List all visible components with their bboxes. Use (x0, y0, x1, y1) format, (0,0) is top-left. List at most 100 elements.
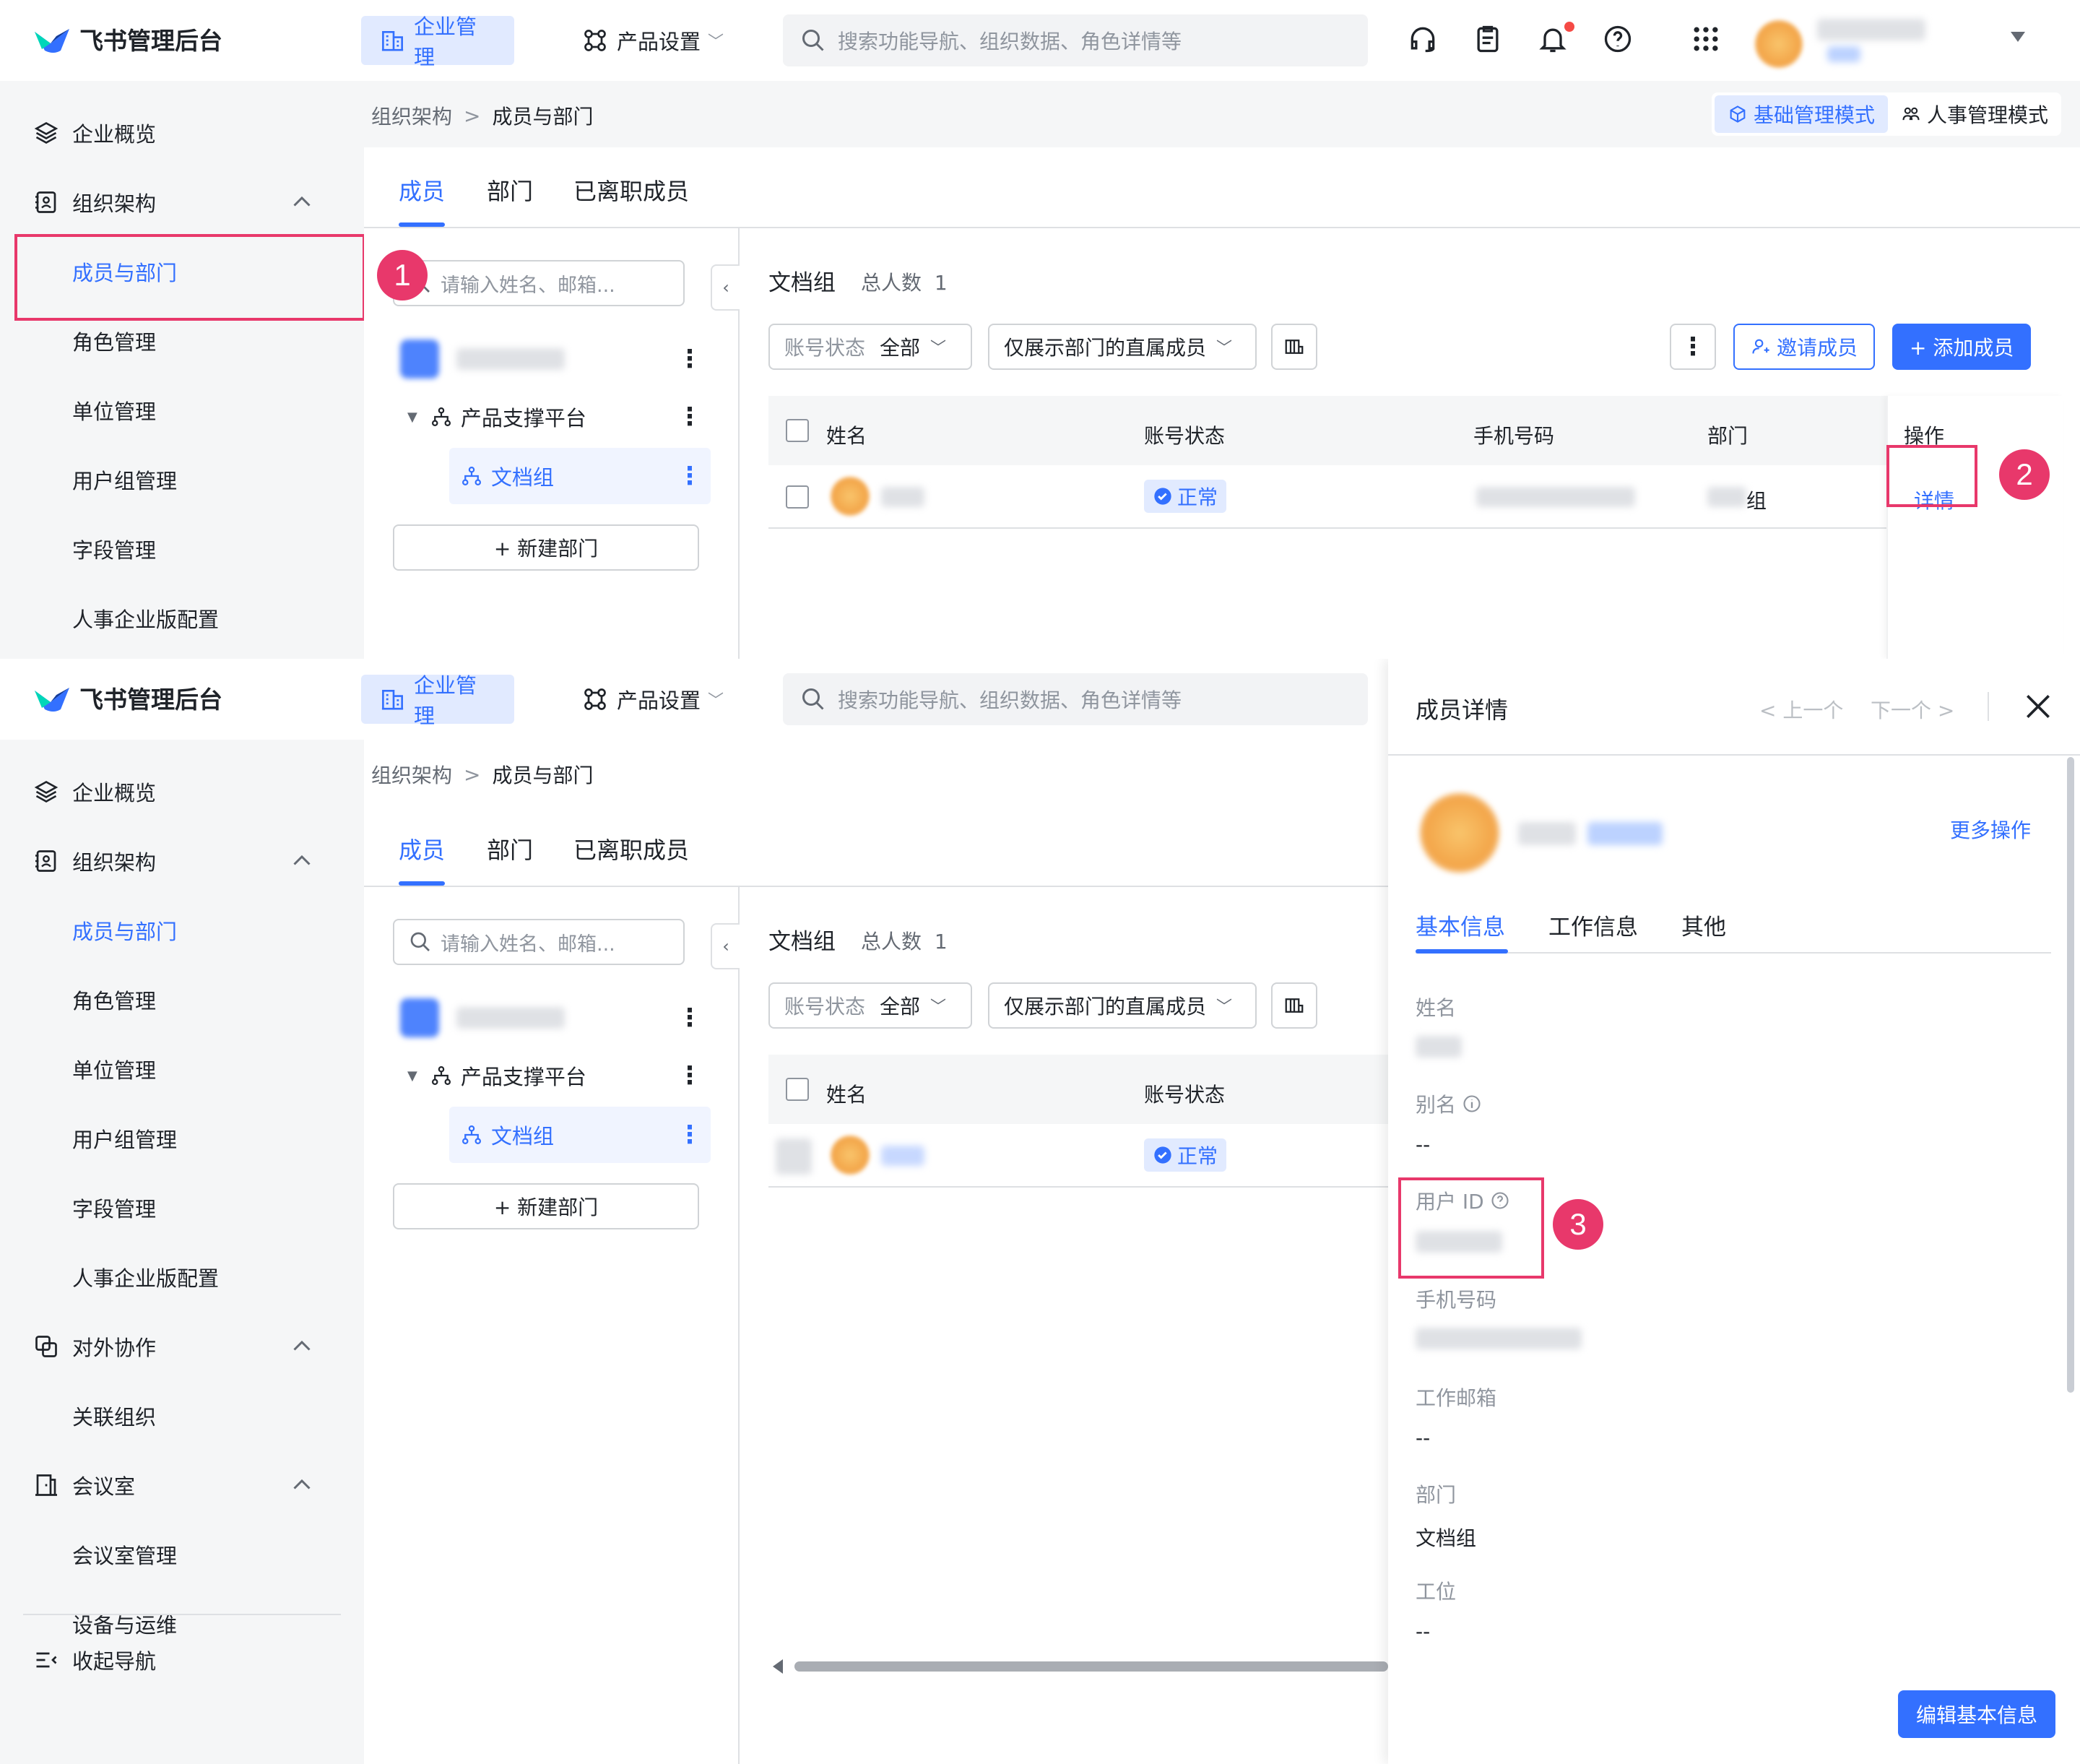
breadcrumb-parent[interactable]: 组织架构 (371, 101, 452, 130)
row-checkbox[interactable] (786, 485, 809, 509)
breadcrumb-parent[interactable]: 组织架构 (371, 760, 452, 789)
tree-row-docs[interactable]: 文档组 ⋮ (449, 1107, 711, 1163)
sidebar-item-org[interactable]: 组织架构 (0, 168, 364, 237)
app-logo[interactable]: 飞书管理后台 (32, 22, 222, 56)
tab-departments[interactable]: 部门 (487, 832, 533, 865)
sidebar-item-units[interactable]: 单位管理 (0, 376, 364, 445)
more-vertical-icon[interactable]: ⋮ (677, 1123, 702, 1147)
close-icon[interactable] (2022, 691, 2054, 722)
tree-row-platform[interactable]: ▼ 产品支撑平台 ⋮ (393, 389, 711, 445)
sidebar-item-linked-org[interactable]: 关联组织 (0, 1381, 364, 1450)
headset-icon[interactable] (1407, 23, 1439, 55)
collapse-tree-button[interactable]: ‹ (711, 264, 740, 311)
mode-basic[interactable]: 基础管理模式 (1714, 95, 1888, 133)
direct-members-dropdown[interactable]: 仅展示部门的直属成员 ﹀ (988, 982, 1257, 1029)
sidebar-item-roles[interactable]: 角色管理 (0, 965, 364, 1034)
global-search-input[interactable]: 搜索功能导航、组织数据、角色详情等 (783, 14, 1368, 66)
tab-departed[interactable]: 已离职成员 (573, 832, 689, 865)
global-search-input[interactable]: 搜索功能导航、组织数据、角色详情等 (783, 673, 1368, 725)
more-vertical-icon[interactable]: ⋮ (677, 405, 702, 429)
dept-icon (462, 1125, 481, 1144)
sidebar-item-units[interactable]: 单位管理 (0, 1034, 364, 1104)
help-icon[interactable] (1602, 23, 1634, 55)
collapse-tree-button[interactable]: ‹ (711, 923, 740, 969)
sidebar-item-org[interactable]: 组织架构 (0, 826, 364, 896)
drawer-tab-basic[interactable]: 基本信息 (1416, 909, 1505, 941)
sidebar-item-meeting[interactable]: 会议室 (0, 1450, 364, 1520)
nav-enterprise[interactable]: 企业管理 (361, 673, 514, 728)
account-caret-icon[interactable] (2011, 32, 2025, 42)
invite-member-button[interactable]: 邀请成员 (1733, 324, 1876, 370)
sidebar-item-usergroups[interactable]: 用户组管理 (0, 445, 364, 514)
sidebar-item-meeting-mgmt[interactable]: 会议室管理 (0, 1520, 364, 1589)
status-filter-dropdown[interactable]: 账号状态 全部 ﹀ (768, 324, 972, 370)
add-member-button[interactable]: + 添加成员 (1892, 324, 2032, 370)
nav-enterprise[interactable]: 企业管理 (361, 14, 514, 69)
drawer-tab-work[interactable]: 工作信息 (1548, 909, 1638, 941)
more-vertical-icon[interactable]: ⋮ (677, 464, 702, 488)
caret-down-icon[interactable]: ▼ (407, 1068, 417, 1084)
tab-departments[interactable]: 部门 (487, 173, 533, 207)
app-logo[interactable]: 飞书管理后台 (32, 680, 222, 715)
feishu-logo-icon (35, 688, 69, 712)
more-vertical-icon[interactable]: ⋮ (677, 1063, 702, 1088)
tree-row-platform[interactable]: ▼ 产品支撑平台 ⋮ (393, 1047, 711, 1104)
mode-hr[interactable]: 人事管理模式 (1888, 95, 2061, 133)
column-settings-button[interactable] (1271, 982, 1317, 1029)
more-vertical-icon[interactable]: ⋮ (677, 1006, 702, 1030)
sidebar-item-external[interactable]: 对外协作 (0, 1312, 364, 1381)
tree-search-input[interactable]: 请输入姓名、邮箱... (393, 919, 685, 965)
nav-product[interactable]: 产品设置 ﹀ (563, 16, 742, 65)
new-dept-button[interactable]: + 新建部门 (393, 524, 699, 571)
collapse-nav-button[interactable]: 收起导航 (0, 1625, 364, 1695)
sidebar: 企业概览 组织架构 成员与部门 角色管理 单位管理 用户组管理 字段管理 人事企… (0, 81, 364, 659)
sidebar-item-members[interactable]: 成员与部门 (0, 896, 364, 965)
prev-member-button[interactable]: < 上一个 (1759, 695, 1843, 724)
sidebar-item-overview[interactable]: 企业概览 (0, 98, 364, 168)
tab-members[interactable]: 成员 (399, 173, 445, 207)
more-actions-button[interactable]: ⋮ (1670, 324, 1716, 370)
caret-down-icon[interactable]: ▼ (407, 410, 417, 425)
new-dept-button[interactable]: + 新建部门 (393, 1183, 699, 1229)
apps-grid-icon[interactable] (1690, 23, 1722, 55)
sidebar-item-hr-config[interactable]: 人事企业版配置 (0, 584, 364, 653)
nav-product[interactable]: 产品设置 ﹀ (563, 675, 742, 724)
horizontal-scrollbar[interactable] (794, 1661, 1388, 1672)
drawer-scrollbar[interactable] (2067, 757, 2074, 1393)
drawer-tab-divider (1416, 952, 2051, 954)
tab-departed[interactable]: 已离职成员 (573, 173, 689, 207)
info-icon[interactable] (1462, 1094, 1482, 1114)
select-all-checkbox[interactable] (786, 419, 809, 442)
door-icon (35, 1474, 57, 1496)
sidebar-item-fields[interactable]: 字段管理 (0, 1173, 364, 1242)
next-member-button[interactable]: 下一个 > (1871, 695, 1954, 724)
tree-row-org[interactable]: ⋮ (393, 990, 711, 1046)
sidebar-label: 单位管理 (72, 1058, 157, 1083)
sidebar-label: 组织架构 (72, 850, 157, 875)
direct-members-dropdown[interactable]: 仅展示部门的直属成员 ﹀ (988, 324, 1257, 370)
user-avatar[interactable] (1755, 20, 1803, 68)
more-actions-link[interactable]: 更多操作 (1950, 815, 2031, 844)
tree-row-docs[interactable]: 文档组 ⋮ (449, 448, 711, 504)
building-icon (381, 31, 404, 51)
status-filter-dropdown[interactable]: 账号状态 全部 ﹀ (768, 982, 972, 1029)
table-row[interactable]: 正常 组 (768, 465, 2063, 529)
edit-basic-info-button[interactable]: 编辑基本信息 (1898, 1690, 2055, 1738)
column-settings-button[interactable] (1271, 324, 1317, 370)
sidebar-item-hr-config[interactable]: 人事企业版配置 (0, 1242, 364, 1312)
sidebar-item-fields[interactable]: 字段管理 (0, 514, 364, 584)
more-vertical-icon[interactable]: ⋮ (677, 347, 702, 371)
tree-row-org[interactable]: ⋮ (393, 331, 711, 387)
table-row[interactable]: 正常 (768, 1124, 1418, 1188)
tab-members[interactable]: 成员 (399, 832, 445, 865)
clipboard-icon[interactable] (1472, 23, 1504, 55)
sidebar-item-usergroups[interactable]: 用户组管理 (0, 1104, 364, 1173)
member-avatar (831, 1136, 870, 1175)
layers-icon (34, 121, 58, 144)
chevron-up-icon (293, 1340, 311, 1351)
tree-search-input[interactable]: 请输入姓名、邮箱... (393, 260, 685, 306)
drawer-tab-other[interactable]: 其他 (1681, 909, 1726, 941)
scroll-left-icon[interactable] (773, 1659, 783, 1674)
select-all-checkbox[interactable] (786, 1078, 809, 1101)
sidebar-item-overview[interactable]: 企业概览 (0, 757, 364, 826)
